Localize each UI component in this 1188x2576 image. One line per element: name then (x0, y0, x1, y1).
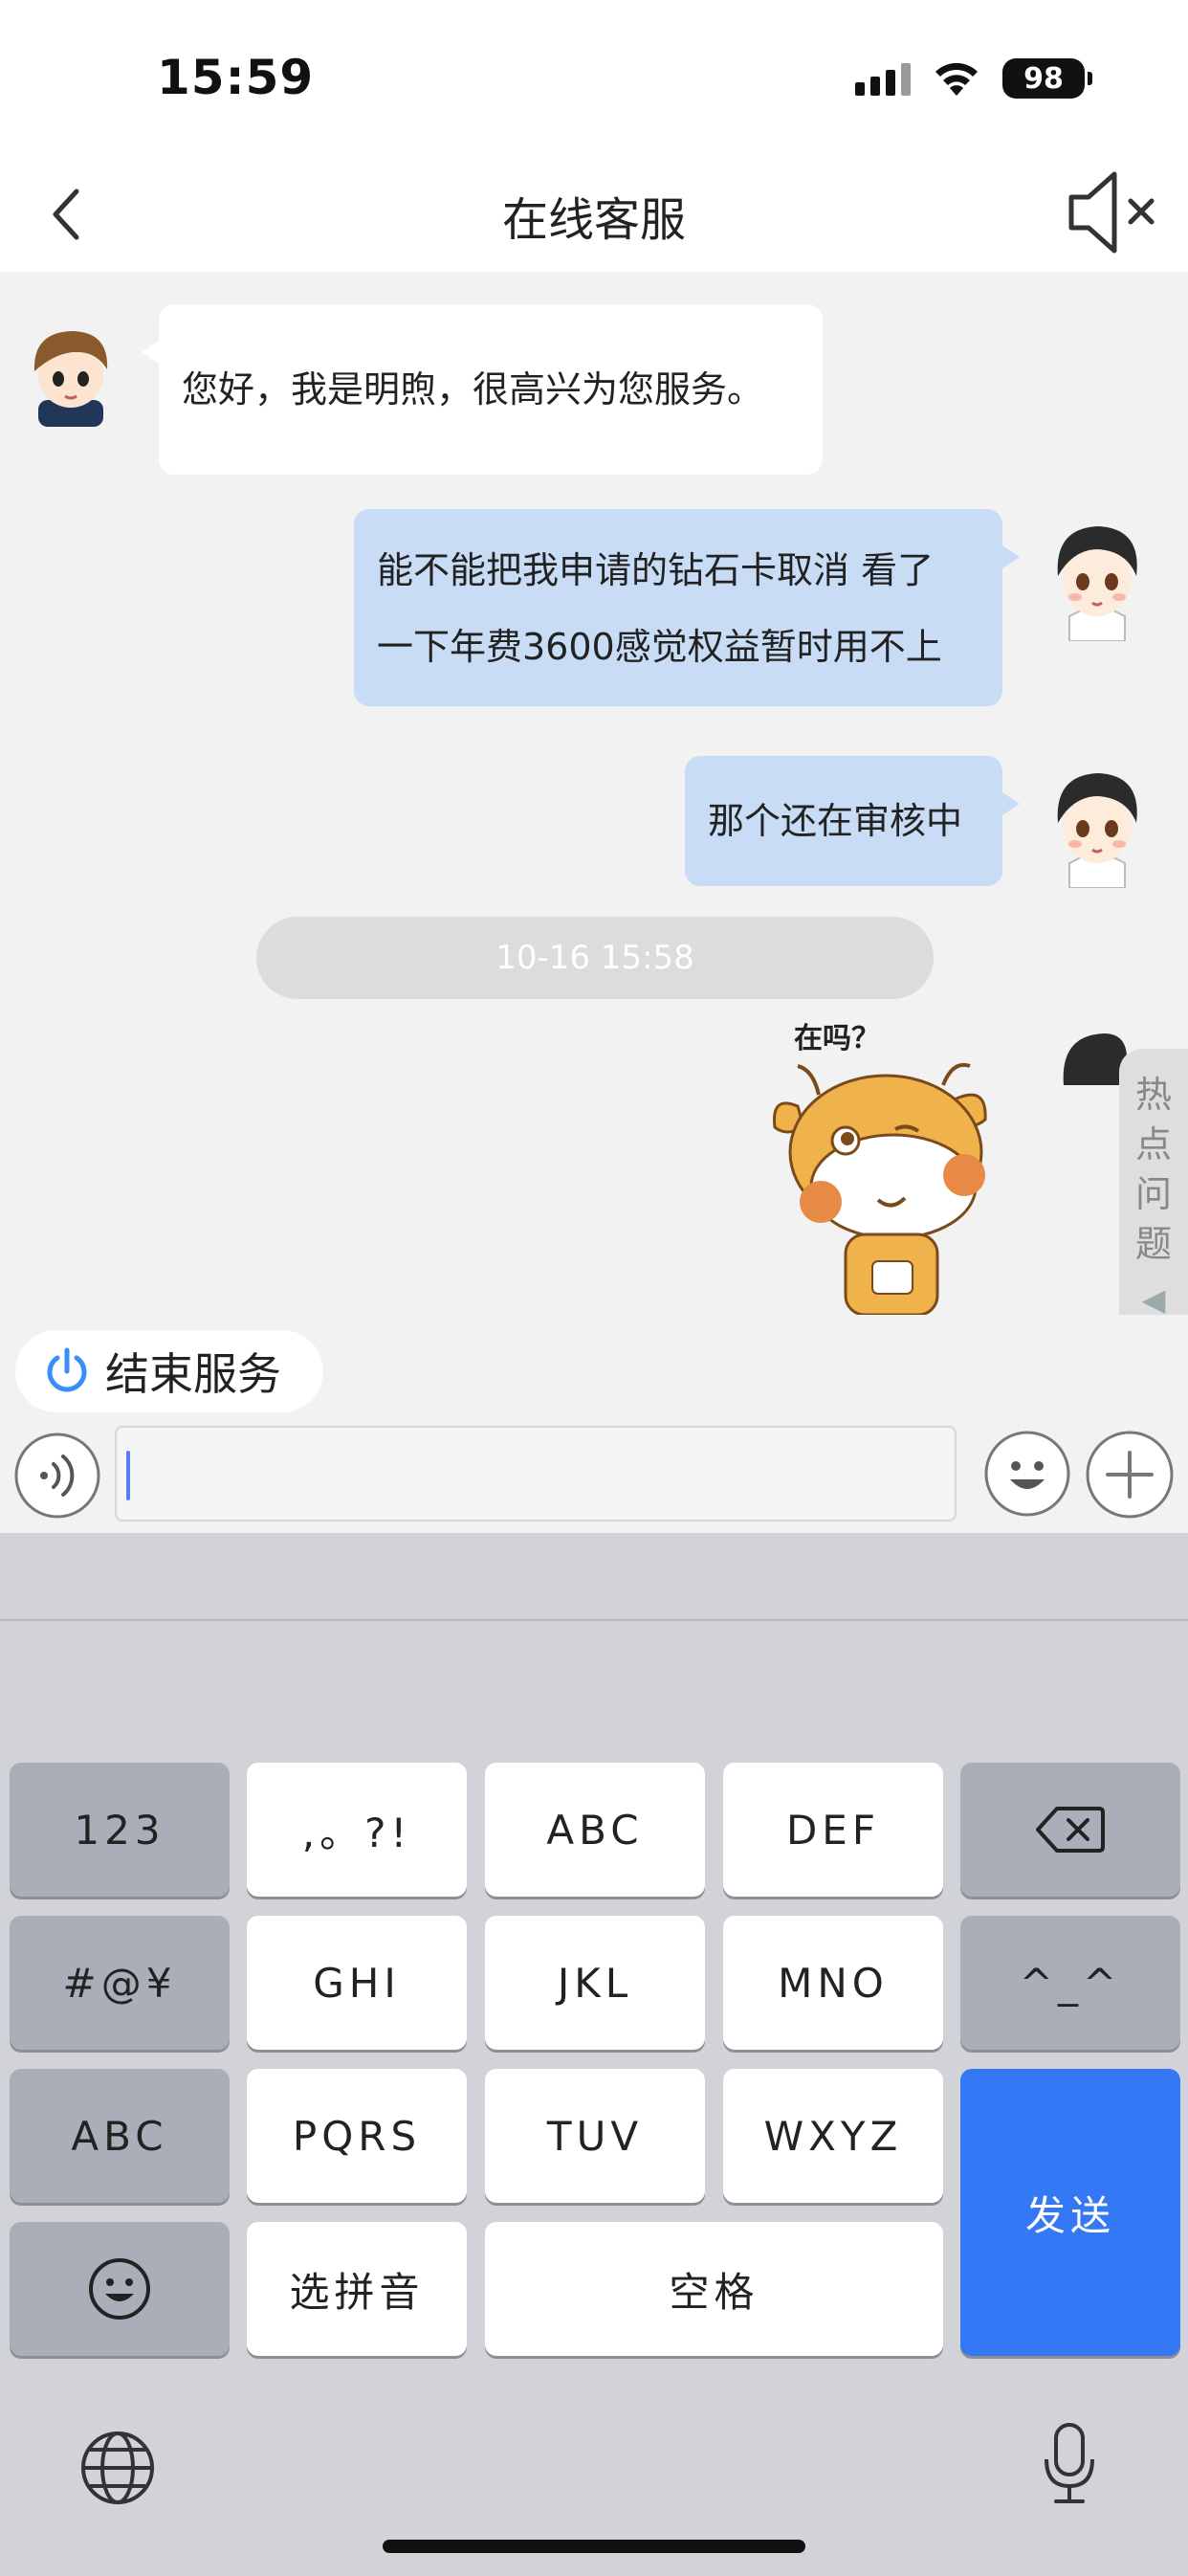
backspace-icon (1036, 1807, 1105, 1853)
user-avatar (1063, 1033, 1127, 1085)
voice-input-icon[interactable] (13, 1432, 101, 1520)
key-wxyz[interactable]: WXYZ (723, 2069, 943, 2203)
speaker-muted-icon (1068, 171, 1155, 254)
key-ghi[interactable]: GHI (247, 1916, 467, 2050)
message-bubble-agent: 您好，我是明煦，很高兴为您服务。 (142, 304, 823, 475)
smiley-icon (89, 2258, 150, 2320)
keyboard: 123 ,。?! ABC DEF #@¥ GHI JKL MNO ^_^ ABC… (0, 1533, 1188, 2576)
chat-area[interactable]: 您好，我是明煦，很高兴为您服务。 能不能把我申请的钻石卡取消 看了 一下年费36… (0, 272, 1188, 1315)
emoji-key[interactable] (10, 2222, 230, 2356)
status-time: 15:59 (157, 50, 315, 105)
message-input[interactable] (115, 1426, 957, 1521)
key-def[interactable]: DEF (723, 1763, 943, 1897)
end-service-button[interactable]: 结束服务 (15, 1330, 323, 1412)
triangle-left-icon: ◀ (1141, 1281, 1166, 1315)
key-jkl[interactable]: JKL (485, 1916, 705, 2050)
cow-sticker-icon (773, 1063, 987, 1315)
message-line: 能不能把我申请的钻石卡取消 看了 (377, 549, 935, 591)
key-123[interactable]: 123 (10, 1763, 230, 1897)
hot-tab-char: 问 (1134, 1173, 1172, 1215)
key-kaomoji[interactable]: ^_^ (960, 1916, 1180, 2050)
status-bar: 15:59 98 (0, 0, 1188, 153)
keyboard-divider (0, 1619, 1188, 1621)
agent-avatar (33, 331, 108, 427)
microphone-icon[interactable] (1041, 2421, 1098, 2507)
power-icon (47, 1347, 87, 1392)
battery-level: 98 (1023, 61, 1064, 96)
key-select-pinyin[interactable]: 选拼音 (247, 2222, 467, 2356)
sticker-message: 在吗？ (765, 1014, 1004, 1315)
user-avatar (1057, 773, 1137, 888)
key-pqrs[interactable]: PQRS (247, 2069, 467, 2203)
message-bubble-user: 能不能把我申请的钻石卡取消 看了 一下年费3600感觉权益暂时用不上 (354, 509, 1020, 706)
space-key[interactable]: 空格 (485, 2222, 943, 2356)
backspace-key[interactable] (960, 1763, 1180, 1897)
battery-icon: 98 (1002, 58, 1092, 99)
key-symbols[interactable]: #@¥ (10, 1916, 230, 2050)
cellular-signal-icon (855, 61, 911, 96)
home-indicator[interactable] (383, 2540, 805, 2553)
key-tuv[interactable]: TUV (485, 2069, 705, 2203)
page-title: 在线客服 (501, 193, 686, 247)
user-avatar (1057, 526, 1137, 641)
message-bubble-user: 那个还在审核中 (685, 756, 1020, 886)
plus-icon[interactable] (1085, 1430, 1175, 1520)
key-mno[interactable]: MNO (723, 1916, 943, 2050)
hot-tab-char: 点 (1134, 1123, 1172, 1166)
hot-tab-char: 热 (1134, 1074, 1172, 1116)
key-abc-switch[interactable]: ABC (10, 2069, 230, 2203)
header: 在线客服 (0, 153, 1188, 272)
status-icons: 98 (855, 57, 1092, 100)
key-abc[interactable]: ABC (485, 1763, 705, 1897)
input-bar: 结束服务 (0, 1315, 1188, 1533)
hot-questions-tab[interactable]: 热 点 问 题 ◀ (1119, 1049, 1188, 1315)
globe-icon[interactable] (78, 2429, 157, 2507)
text-cursor (126, 1451, 130, 1500)
message-timestamp: 10-16 15:58 (256, 917, 934, 999)
hot-tab-char: 题 (1134, 1223, 1172, 1265)
emoji-icon[interactable] (983, 1430, 1071, 1518)
mute-button[interactable] (1062, 165, 1167, 260)
sticker-caption: 在吗？ (794, 1022, 880, 1055)
end-service-label: 结束服务 (105, 1348, 281, 1400)
key-punctuation[interactable]: ,。?! (247, 1763, 467, 1897)
wifi-icon (935, 62, 978, 96)
send-key[interactable]: 发送 (960, 2069, 1180, 2356)
message-line: 一下年费3600感觉权益暂时用不上 (377, 626, 942, 668)
